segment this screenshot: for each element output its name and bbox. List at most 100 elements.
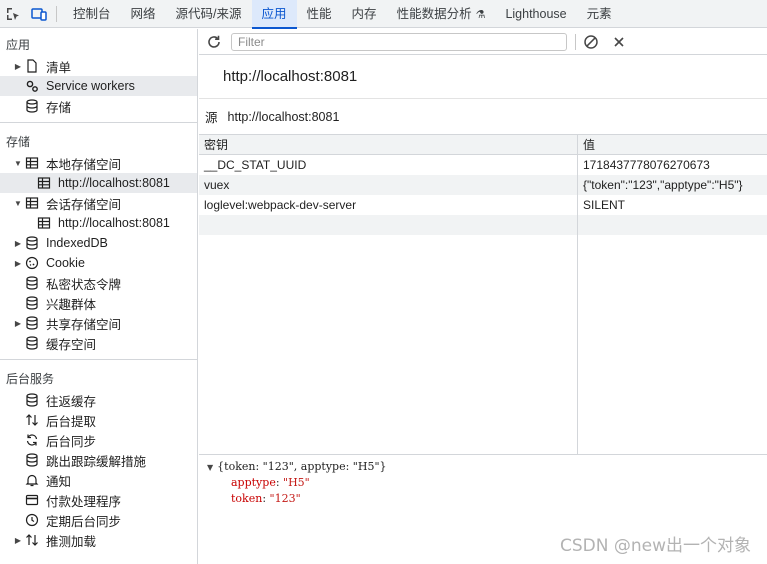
origin-title: http://localhost:8081 <box>199 55 767 99</box>
tab-elements[interactable]: 元素 <box>577 0 622 28</box>
sidebar-item-label: 跳出跟踪缓解措施 <box>46 454 147 469</box>
tab-lighthouse[interactable]: Lighthouse <box>495 0 576 28</box>
database-icon <box>24 315 40 331</box>
storage-toolbar <box>199 29 767 55</box>
sidebar-item-label: 后台同步 <box>46 434 97 449</box>
application-sidebar: 应用 ▶ 清单 Service workers 存储 存储 ▼ 本地存储空间 h… <box>0 29 198 564</box>
sidebar-item-session-storage[interactable]: ▼ 会话存储空间 <box>0 193 197 213</box>
flask-icon: ⚗ <box>475 8 486 21</box>
tab-performance-insights[interactable]: 性能数据分析 ⚗ <box>387 0 496 28</box>
back-forward-cache-icon <box>24 392 40 408</box>
property-key: apptype <box>231 476 276 489</box>
tab-performance[interactable]: 性能 <box>297 0 342 28</box>
sidebar-item-session-storage-origin[interactable]: http://localhost:8081 <box>0 213 197 233</box>
inspect-element-icon[interactable] <box>0 0 26 28</box>
property-key: token <box>231 492 263 505</box>
clock-icon <box>24 512 40 528</box>
tab-console[interactable]: 控制台 <box>63 0 121 28</box>
storage-table: 密钥 值 __DC_STAT_UUID 17184377780762706​73… <box>199 135 767 455</box>
tab-application[interactable]: 应用 <box>251 0 297 29</box>
filter-input[interactable] <box>231 32 567 51</box>
sidebar-item-shared-storage[interactable]: ▶ 共享存储空间 <box>0 313 197 333</box>
sidebar-item-label: http://localhost:8081 <box>58 176 170 190</box>
tab-sources[interactable]: 源代码/来源 <box>166 0 252 28</box>
table-icon <box>36 215 52 231</box>
collapse-arrow-icon[interactable]: ▼ <box>12 159 24 168</box>
table-header: 密钥 值 <box>199 135 767 155</box>
table-icon <box>24 155 40 171</box>
sidebar-item-local-storage-origin[interactable]: http://localhost:8081 <box>0 173 197 193</box>
sidebar-item-back-forward-cache[interactable]: 往返缓存 <box>0 390 197 410</box>
expand-arrow-icon[interactable]: ▶ <box>12 259 24 268</box>
refresh-icon[interactable] <box>203 31 225 53</box>
sidebar-item-label: 推测加载 <box>46 534 97 549</box>
bell-icon <box>24 472 40 488</box>
document-icon <box>24 58 40 74</box>
row-value[interactable]: SILENT <box>577 195 767 215</box>
origin-label: 源 <box>205 111 218 125</box>
bounce-tracking-icon <box>24 452 40 468</box>
speculative-loads-icon <box>24 532 40 548</box>
origin-value: http://localhost:8081 <box>227 109 340 124</box>
tab-network[interactable]: 网络 <box>121 0 166 28</box>
expand-arrow-icon[interactable]: ▶ <box>12 319 24 328</box>
expand-arrow-icon[interactable]: ▶ <box>12 536 24 545</box>
sidebar-item-cache-storage[interactable]: 缓存空间 <box>0 333 197 353</box>
sidebar-item-background-sync[interactable]: 后台同步 <box>0 430 197 450</box>
collapse-arrow-icon[interactable]: ▼ <box>12 199 24 208</box>
sidebar-item-payment-handler[interactable]: 付款处理程序 <box>0 490 197 510</box>
sidebar-item-service-workers[interactable]: Service workers <box>0 76 197 96</box>
table-row[interactable]: __DC_STAT_UUID 17184377780762706​73 <box>199 155 767 175</box>
sidebar-item-bounce-tracking[interactable]: 跳出跟踪缓解措施 <box>0 450 197 470</box>
sidebar-item-local-storage[interactable]: ▼ 本地存储空间 <box>0 153 197 173</box>
sidebar-item-label: 存储 <box>46 100 72 115</box>
key-column-header[interactable]: 密钥 <box>199 135 577 154</box>
row-value[interactable]: 17184377780762706​73 <box>577 155 767 175</box>
row-value[interactable]: {"token":"123","apptype":"H5"} <box>577 175 767 195</box>
table-row[interactable]: loglevel:webpack-dev-server SILENT <box>199 195 767 215</box>
sidebar-item-label: Cookie <box>46 256 85 270</box>
sidebar-item-manifest[interactable]: ▶ 清单 <box>0 56 197 76</box>
row-key[interactable]: loglevel:webpack-dev-server <box>199 195 577 215</box>
collapse-arrow-icon[interactable]: ▼ <box>207 463 213 472</box>
table-row-empty[interactable] <box>199 215 767 235</box>
payment-handler-icon <box>24 492 40 508</box>
sidebar-item-storage[interactable]: 存储 <box>0 96 197 116</box>
sidebar-item-label: 定期后台同步 <box>46 514 122 529</box>
background-sync-icon <box>24 432 40 448</box>
gears-icon <box>24 78 40 94</box>
delete-selected-icon[interactable] <box>608 31 630 53</box>
device-toolbar-icon[interactable] <box>26 0 52 28</box>
watermark: CSDN @new出一个对象 <box>559 536 751 556</box>
devtools-tab-bar: 控制台 网络 源代码/来源 应用 性能 内存 性能数据分析 ⚗ Lighthous… <box>0 0 767 29</box>
database-icon <box>24 275 40 291</box>
preview-summary-row[interactable]: ▼ {token: "123", apptype: "H5"} <box>207 459 767 475</box>
column-divider[interactable] <box>577 155 578 454</box>
sidebar-item-label: 共享存储空间 <box>46 317 122 332</box>
row-key[interactable]: vuex <box>199 175 577 195</box>
expand-arrow-icon[interactable]: ▶ <box>12 239 24 248</box>
tab-memory[interactable]: 内存 <box>342 0 387 28</box>
section-title-background-services: 后台服务 <box>6 372 55 386</box>
origin-row: 源 http://localhost:8081 <box>199 99 767 135</box>
sidebar-item-periodic-background-sync[interactable]: 定期后台同步 <box>0 510 197 530</box>
sidebar-item-private-state-tokens[interactable]: 私密状态令牌 <box>0 273 197 293</box>
preview-property: token: "123" <box>231 492 301 505</box>
database-icon <box>24 335 40 351</box>
row-key[interactable]: __DC_STAT_UUID <box>199 155 577 175</box>
sidebar-item-label: 后台提取 <box>46 414 97 429</box>
sidebar-item-background-fetch[interactable]: 后台提取 <box>0 410 197 430</box>
sidebar-item-cookie[interactable]: ▶ Cookie <box>0 253 197 273</box>
sidebar-item-speculative-loads[interactable]: ▶ 推测加载 <box>0 530 197 550</box>
expand-arrow-icon[interactable]: ▶ <box>12 62 24 71</box>
database-icon <box>24 98 40 114</box>
sidebar-item-notifications[interactable]: 通知 <box>0 470 197 490</box>
value-column-header[interactable]: 值 <box>577 135 767 154</box>
row-value-empty[interactable] <box>577 215 767 235</box>
clear-all-icon[interactable] <box>580 31 602 53</box>
row-key-empty[interactable] <box>199 215 577 235</box>
sidebar-item-interest-groups[interactable]: 兴趣群体 <box>0 293 197 313</box>
sidebar-item-indexeddb[interactable]: ▶ IndexedDB <box>0 233 197 253</box>
sidebar-item-label: IndexedDB <box>46 236 108 250</box>
table-row[interactable]: vuex {"token":"123","apptype":"H5"} <box>199 175 767 195</box>
